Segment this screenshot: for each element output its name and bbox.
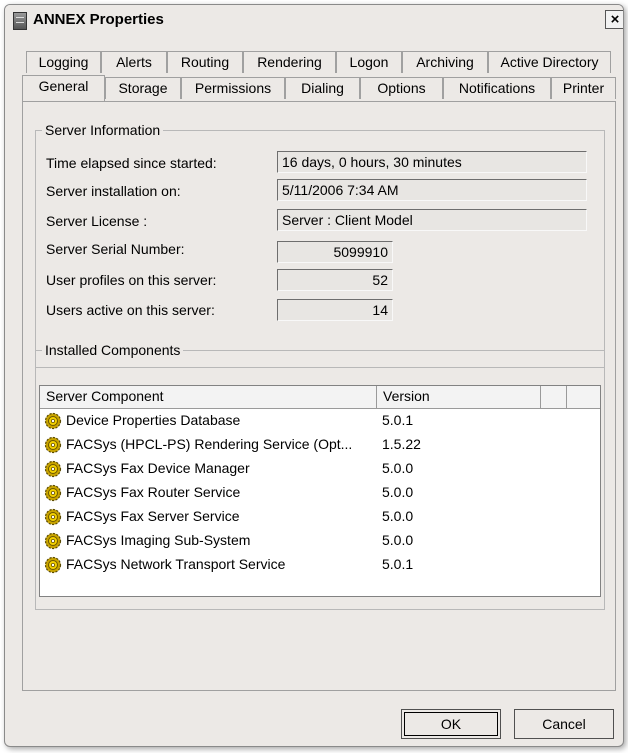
column-header-version[interactable]: Version bbox=[377, 386, 541, 408]
general-tab-panel: Server Information Time elapsed since st… bbox=[22, 101, 616, 691]
tab-general[interactable]: General bbox=[22, 75, 105, 101]
user-profiles-field: 52 bbox=[277, 269, 393, 291]
gear-icon bbox=[44, 436, 62, 454]
tab-routing[interactable]: Routing bbox=[167, 51, 243, 73]
cancel-button[interactable]: Cancel bbox=[514, 709, 614, 739]
list-item[interactable]: FACSys Imaging Sub-System 5.0.0 bbox=[40, 529, 600, 553]
users-active-field: 14 bbox=[277, 299, 393, 321]
component-name: FACSys Fax Router Service bbox=[66, 484, 241, 500]
gear-icon bbox=[44, 484, 62, 502]
serial-number-field: 5099910 bbox=[277, 241, 393, 263]
installed-components-title: Installed Components bbox=[42, 342, 184, 358]
list-item[interactable]: Device Properties Database 5.0.1 bbox=[40, 409, 600, 433]
ok-button[interactable]: OK bbox=[401, 709, 501, 739]
time-elapsed-field: 16 days, 0 hours, 30 minutes bbox=[277, 151, 587, 173]
tab-logging[interactable]: Logging bbox=[26, 51, 101, 73]
list-item[interactable]: FACSys (HPCL-PS) Rendering Service (Opt.… bbox=[40, 433, 600, 457]
server-icon bbox=[13, 12, 27, 30]
close-button[interactable]: × bbox=[605, 10, 623, 29]
serial-number-label: Server Serial Number: bbox=[46, 241, 185, 257]
component-name: Device Properties Database bbox=[66, 412, 241, 428]
installation-label: Server installation on: bbox=[46, 183, 181, 199]
window-title: ANNEX Properties bbox=[33, 11, 164, 28]
tab-options[interactable]: Options bbox=[360, 77, 443, 99]
user-profiles-label: User profiles on this server: bbox=[46, 272, 217, 288]
tab-rendering[interactable]: Rendering bbox=[243, 51, 336, 73]
list-item[interactable]: FACSys Network Transport Service 5.0.1 bbox=[40, 553, 600, 577]
component-version: 5.0.0 bbox=[382, 484, 414, 500]
tab-archiving[interactable]: Archiving bbox=[402, 51, 488, 73]
tab-alerts[interactable]: Alerts bbox=[101, 51, 167, 73]
component-version: 5.0.0 bbox=[382, 508, 414, 524]
tab-dialing[interactable]: Dialing bbox=[285, 77, 360, 99]
license-field: Server : Client Model bbox=[277, 209, 587, 231]
list-header: Server Component Version bbox=[40, 386, 600, 409]
time-elapsed-label: Time elapsed since started: bbox=[46, 155, 217, 171]
tab-notifications[interactable]: Notifications bbox=[443, 77, 551, 99]
components-list[interactable]: Server Component Version Device Properti… bbox=[39, 385, 601, 597]
title-bar[interactable]: ANNEX Properties × bbox=[5, 5, 623, 35]
component-version: 5.0.1 bbox=[382, 556, 414, 572]
component-name: FACSys Network Transport Service bbox=[66, 556, 286, 572]
column-header-empty[interactable] bbox=[541, 386, 567, 408]
gear-icon bbox=[44, 508, 62, 526]
installation-field: 5/11/2006 7:34 AM bbox=[277, 179, 587, 201]
gear-icon bbox=[44, 412, 62, 430]
license-label: Server License : bbox=[46, 213, 148, 229]
tab-active-directory[interactable]: Active Directory bbox=[488, 51, 611, 73]
component-name: FACSys Imaging Sub-System bbox=[66, 532, 251, 548]
tab-printer[interactable]: Printer bbox=[551, 77, 616, 99]
users-active-label: Users active on this server: bbox=[46, 302, 215, 318]
list-item[interactable]: FACSys Fax Device Manager 5.0.0 bbox=[40, 457, 600, 481]
gear-icon bbox=[44, 532, 62, 550]
server-information-group: Server Information Time elapsed since st… bbox=[35, 122, 605, 368]
component-name: FACSys Fax Device Manager bbox=[66, 460, 250, 476]
gear-icon bbox=[44, 556, 62, 574]
component-version: 5.0.0 bbox=[382, 532, 414, 548]
column-header-component[interactable]: Server Component bbox=[40, 386, 377, 408]
tab-permissions[interactable]: Permissions bbox=[181, 77, 285, 99]
properties-dialog: ANNEX Properties × Logging Alerts Routin… bbox=[4, 4, 624, 747]
list-item[interactable]: FACSys Fax Router Service 5.0.0 bbox=[40, 481, 600, 505]
tab-logon[interactable]: Logon bbox=[336, 51, 402, 73]
server-information-title: Server Information bbox=[42, 122, 164, 138]
list-item[interactable]: FACSys Fax Server Service 5.0.0 bbox=[40, 505, 600, 529]
tab-storage[interactable]: Storage bbox=[105, 77, 181, 99]
component-version: 1.5.22 bbox=[382, 436, 421, 452]
gear-icon bbox=[44, 460, 62, 478]
component-version: 5.0.0 bbox=[382, 460, 414, 476]
component-name: FACSys Fax Server Service bbox=[66, 508, 240, 524]
component-name: FACSys (HPCL-PS) Rendering Service (Opt.… bbox=[66, 436, 353, 452]
component-version: 5.0.1 bbox=[382, 412, 414, 428]
